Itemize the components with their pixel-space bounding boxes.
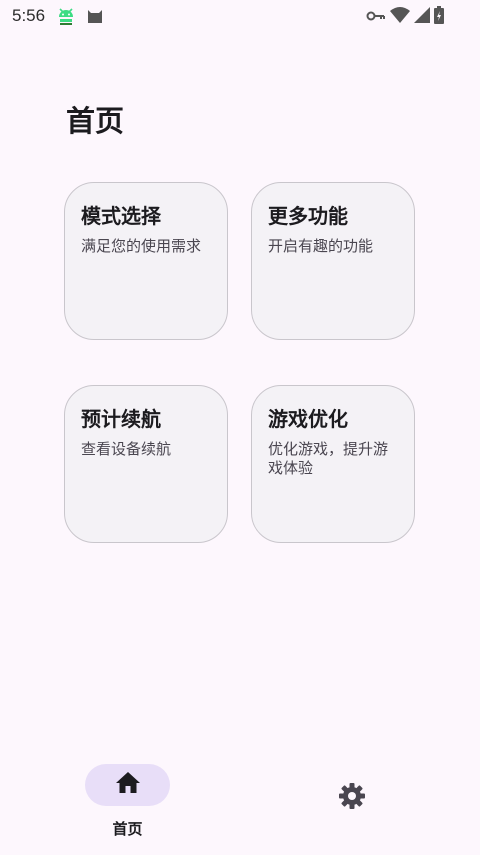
key-icon — [366, 8, 386, 27]
gear-icon — [338, 782, 366, 814]
home-icon — [115, 771, 141, 799]
nav-home-button[interactable] — [85, 764, 170, 806]
status-bar: 5:56 — [0, 0, 480, 34]
battery-charging-icon — [434, 6, 444, 28]
card-title: 游戏优化 — [268, 407, 348, 431]
card-game-optimization[interactable]: 游戏优化 优化游戏，提升游戏体验 — [251, 385, 415, 543]
card-title: 预计续航 — [81, 407, 161, 431]
card-description: 查看设备续航 — [81, 440, 172, 458]
card-mode-select[interactable]: 模式选择 满足您的使用需求 — [64, 182, 228, 340]
card-description: 满足您的使用需求 — [81, 237, 202, 255]
system-status-icons — [366, 6, 444, 28]
card-title: 模式选择 — [81, 204, 161, 228]
cat-icon — [86, 6, 104, 28]
card-description: 开启有趣的功能 — [268, 237, 374, 255]
card-more-features[interactable]: 更多功能 开启有趣的功能 — [251, 182, 415, 340]
status-time: 5:56 — [12, 6, 46, 25]
card-battery-estimate[interactable]: 预计续航 查看设备续航 — [64, 385, 228, 543]
card-description: 优化游戏，提升游戏体验 — [268, 440, 389, 477]
signal-icon — [414, 7, 430, 27]
nav-home-label[interactable]: 首页 — [85, 818, 170, 839]
page-title: 首页 — [66, 104, 125, 138]
bottom-navigation: 首页 — [0, 750, 480, 855]
android-debug-icon — [57, 6, 75, 30]
wifi-icon — [390, 7, 410, 27]
card-title: 更多功能 — [268, 204, 348, 228]
nav-settings-button[interactable] — [330, 776, 374, 820]
